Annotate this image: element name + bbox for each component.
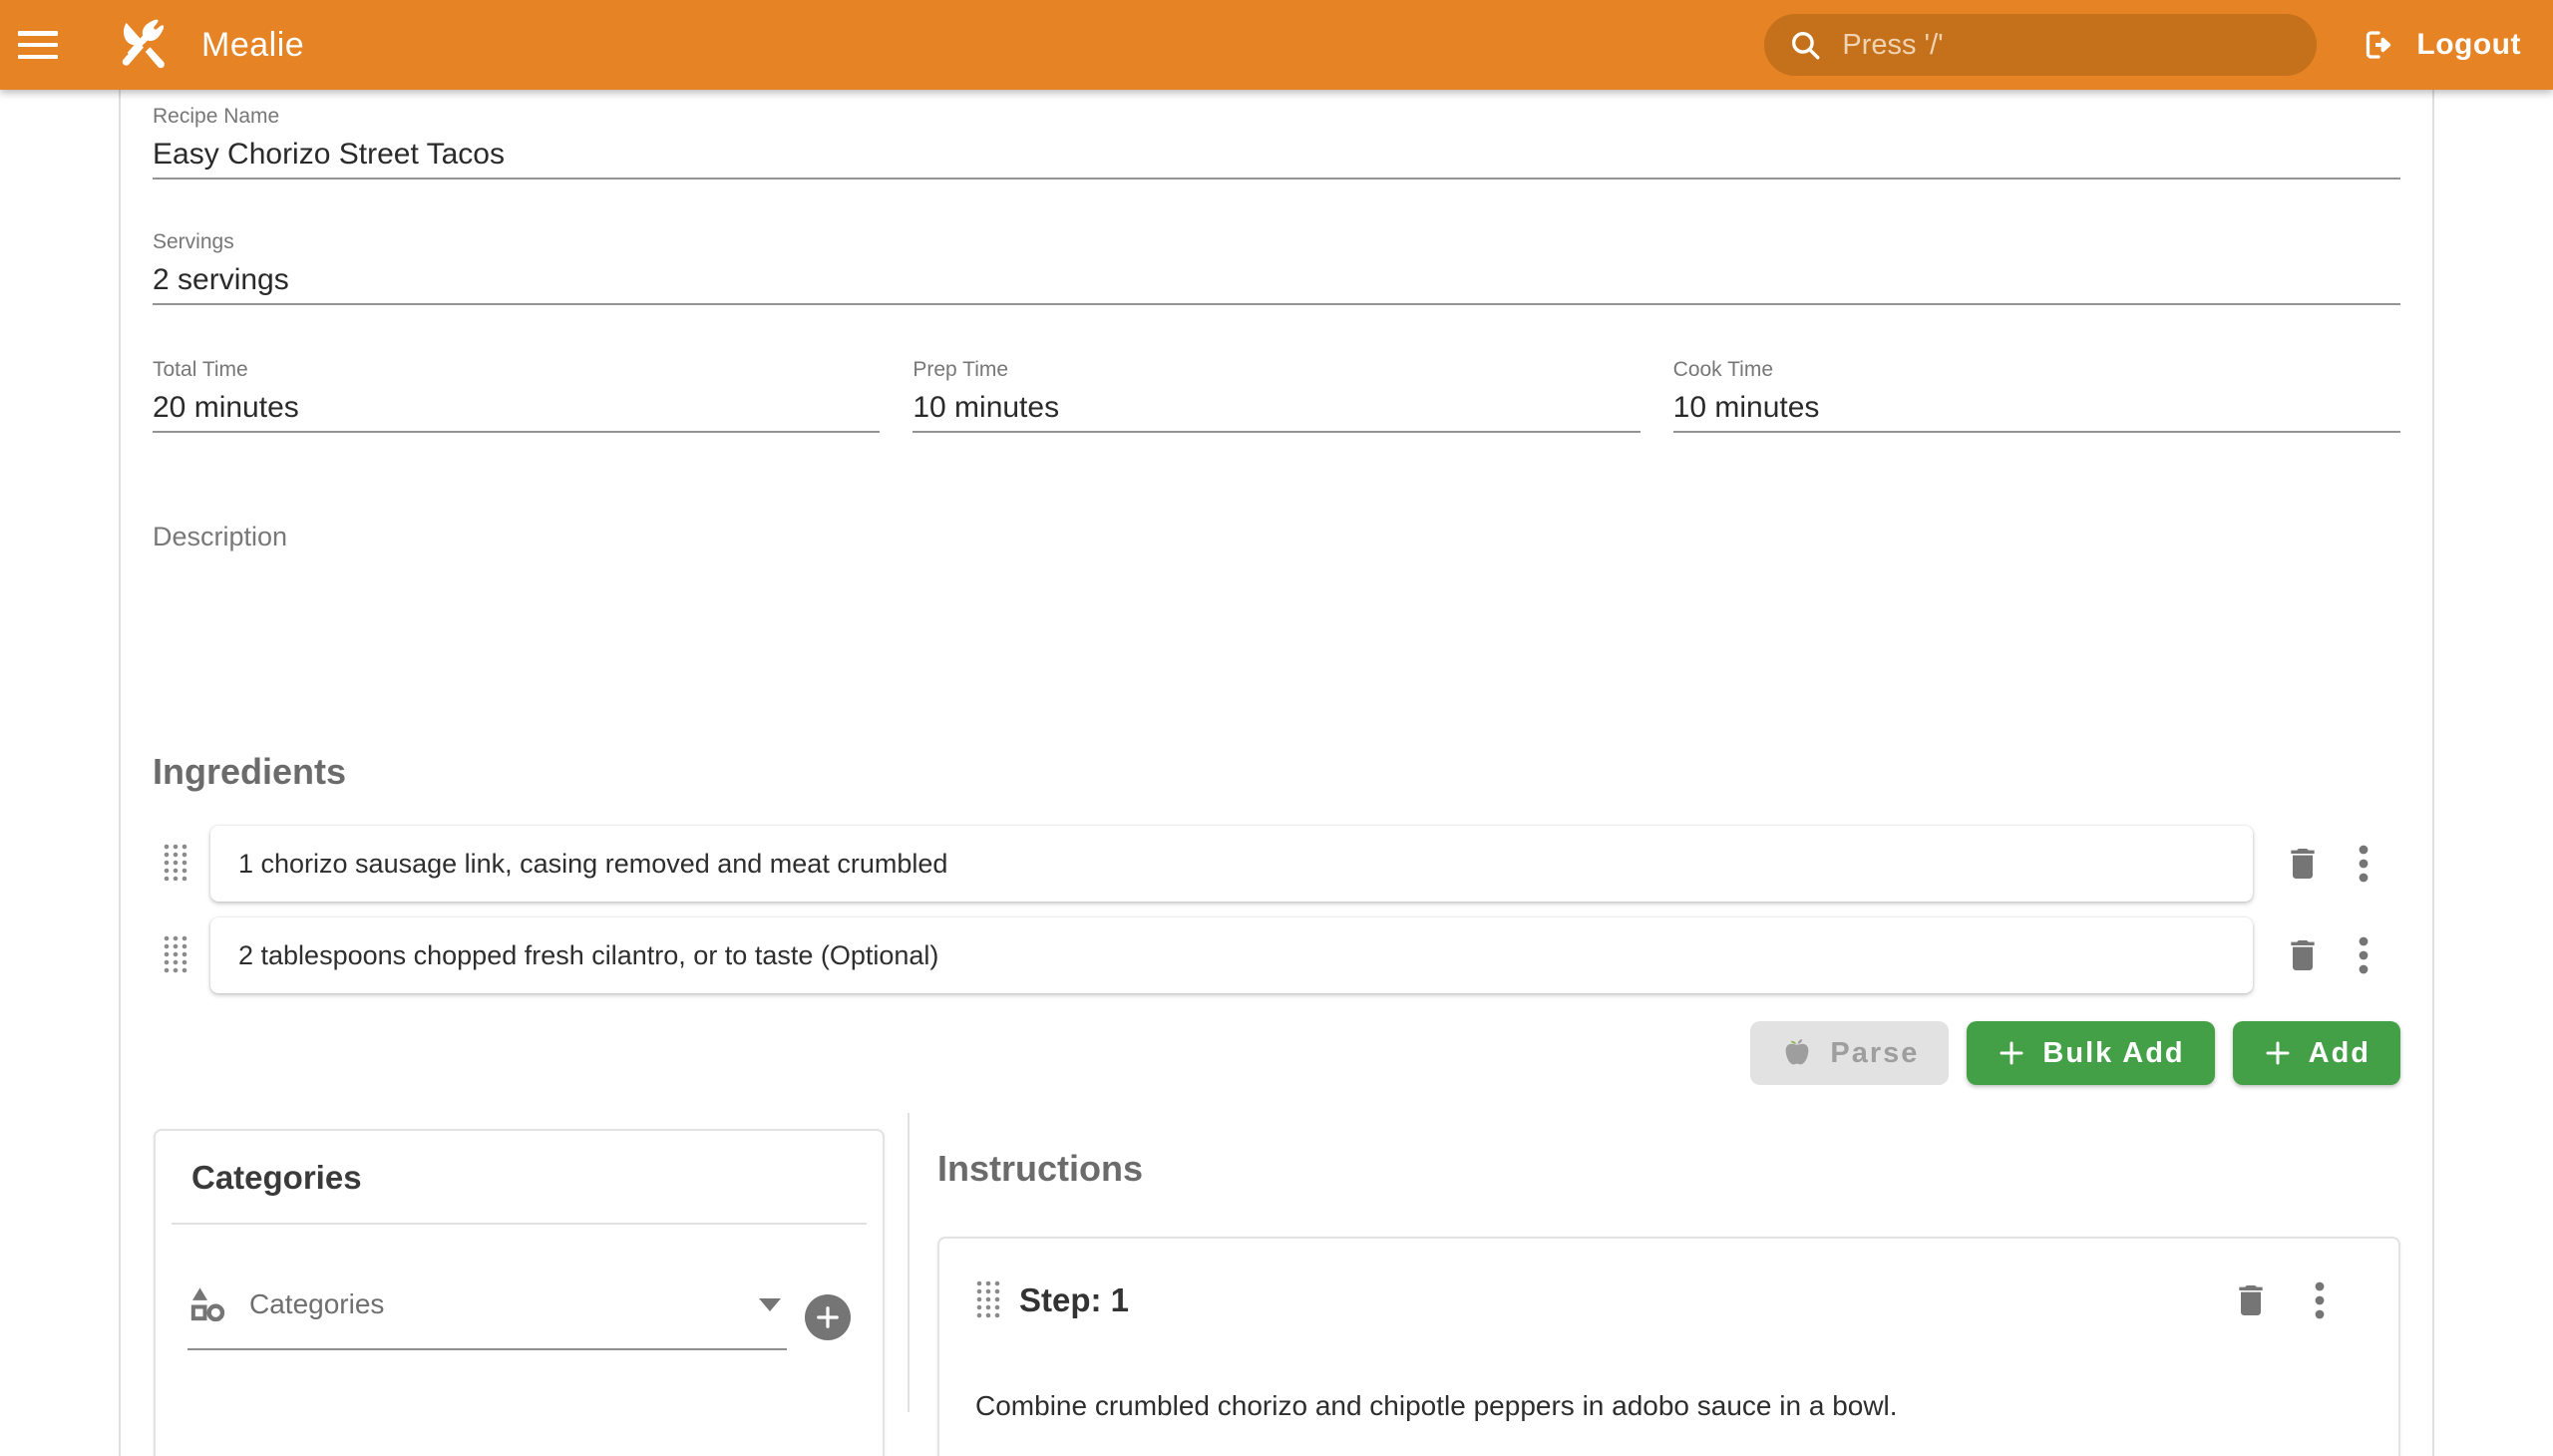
categories-card: Categories Categories (154, 1129, 885, 1456)
recipe-name-field: Recipe Name (153, 104, 2400, 180)
search-icon (1788, 28, 1822, 62)
apple-icon (1780, 1036, 1814, 1070)
cook-time-label: Cook Time (1673, 357, 2400, 383)
recipe-name-label: Recipe Name (153, 104, 2400, 130)
logout-button[interactable]: Logout (2361, 27, 2521, 63)
categories-column: Categories Categories (153, 1113, 908, 1412)
total-time-label: Total Time (153, 357, 880, 383)
mealie-logo-icon (114, 15, 174, 75)
ingredients-actions: Parse Bulk Add Add (153, 1021, 2400, 1085)
search-input[interactable] (1840, 28, 2293, 63)
total-time-field: Total Time (153, 357, 880, 433)
step-title: Step: 1 (1019, 1281, 1129, 1319)
ingredient-input-card (210, 826, 2253, 902)
delete-step-button[interactable] (2229, 1278, 2273, 1322)
instructions-heading: Instructions (937, 1149, 2400, 1189)
ingredients-heading: Ingredients (153, 752, 2400, 792)
categories-divider (172, 1223, 867, 1225)
description-label: Description (153, 522, 287, 551)
total-time-input[interactable] (153, 383, 880, 431)
bulk-add-button[interactable]: Bulk Add (1967, 1021, 2214, 1085)
parse-button-label: Parse (1830, 1037, 1919, 1070)
hamburger-icon (18, 31, 58, 59)
instructions-column: Instructions (910, 1113, 2400, 1412)
shapes-icon (187, 1284, 227, 1324)
ingredient-menu-button[interactable] (2349, 842, 2378, 886)
recipe-name-input[interactable] (153, 130, 2400, 178)
app-title: Mealie (201, 26, 304, 65)
categories-card-title: Categories (191, 1157, 851, 1199)
servings-field: Servings (153, 229, 2400, 305)
categories-select-label: Categories (249, 1288, 759, 1320)
search-bar[interactable] (1764, 14, 2317, 76)
bulk-add-button-label: Bulk Add (2042, 1037, 2184, 1070)
add-button-label: Add (2309, 1037, 2371, 1070)
ingredient-menu-button[interactable] (2349, 933, 2378, 977)
drag-handle-icon[interactable] (163, 843, 188, 885)
cook-time-input[interactable] (1673, 383, 2400, 431)
prep-time-field: Prep Time (912, 357, 1640, 433)
recipe-editor-card: Recipe Name Servings Total Time Prep Tim… (119, 90, 2434, 1456)
ingredient-row (153, 826, 2400, 902)
ingredient-input[interactable] (210, 849, 2253, 880)
prep-time-input[interactable] (912, 383, 1640, 431)
times-row: Total Time Prep Time Cook Time (153, 357, 2400, 433)
bottom-section: Categories Categories (153, 1113, 2400, 1412)
servings-label: Servings (153, 229, 2400, 255)
ingredients-list (153, 826, 2400, 993)
app-header: Mealie Logout (0, 0, 2553, 90)
add-category-button[interactable] (805, 1294, 851, 1340)
step-card: Step: 1 Combine crumbled chorizo and chi… (937, 1237, 2400, 1456)
ingredient-row (153, 917, 2400, 993)
ingredient-input-card (210, 917, 2253, 993)
step-text[interactable]: Combine crumbled chorizo and chipotle pe… (975, 1386, 2363, 1426)
add-ingredient-button[interactable]: Add (2233, 1021, 2400, 1085)
step-menu-button[interactable] (2305, 1278, 2335, 1322)
cook-time-field: Cook Time (1673, 357, 2400, 433)
description-field[interactable]: Description (153, 521, 2400, 710)
servings-input[interactable] (153, 255, 2400, 303)
prep-time-label: Prep Time (912, 357, 1640, 383)
delete-ingredient-button[interactable] (2281, 842, 2325, 886)
delete-ingredient-button[interactable] (2281, 933, 2325, 977)
ingredient-input[interactable] (210, 940, 2253, 971)
drag-handle-icon[interactable] (975, 1279, 1001, 1321)
logout-label: Logout (2416, 28, 2521, 62)
categories-select[interactable]: Categories (187, 1284, 787, 1350)
drag-handle-icon[interactable] (163, 934, 188, 976)
plus-icon (1997, 1038, 2026, 1068)
plus-icon (2263, 1038, 2293, 1068)
logout-icon (2361, 27, 2396, 63)
chevron-down-icon (759, 1298, 781, 1311)
menu-button[interactable] (0, 0, 76, 90)
parse-button[interactable]: Parse (1750, 1021, 1949, 1085)
